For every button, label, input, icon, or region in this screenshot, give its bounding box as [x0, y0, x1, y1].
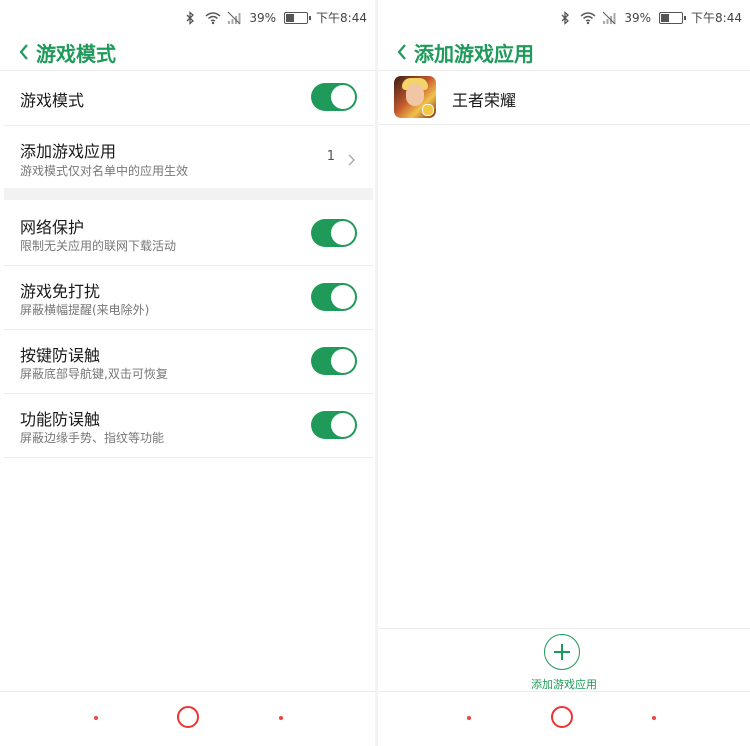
setting-label: 添加游戏应用 — [20, 142, 117, 161]
setting-label: 功能防误触 — [20, 410, 101, 429]
status-bar: 39% 下午8:44 — [378, 0, 750, 34]
add-game-app-button[interactable] — [544, 634, 580, 670]
bluetooth-icon — [558, 10, 572, 25]
section-divider — [4, 188, 373, 200]
battery-percent: 39% — [249, 10, 277, 25]
right-screen: 39% 下午8:44 添加游戏应用 王者荣耀 添加游戏应用 — [378, 0, 750, 746]
back-arrow-icon[interactable] — [18, 42, 30, 62]
clock: 下午8:44 — [316, 11, 367, 25]
setting-description: 屏蔽横幅提醒(来电除外) — [20, 303, 150, 317]
setting-label: 按键防误触 — [20, 346, 101, 365]
app-count: 1 — [326, 149, 335, 164]
back-key-icon[interactable] — [652, 716, 656, 720]
setting-row-key-lock[interactable]: 按键防误触 屏蔽底部导航键,双击可恢复 — [4, 330, 373, 394]
setting-label: 游戏免打扰 — [20, 282, 101, 301]
signal-icon — [227, 11, 241, 25]
gesture-lock-toggle[interactable] — [311, 411, 357, 439]
signal-icon — [602, 11, 616, 25]
battery-percent: 39% — [624, 10, 652, 25]
back-arrow-icon[interactable] — [396, 42, 408, 62]
setting-description: 限制无关应用的联网下载活动 — [20, 239, 177, 253]
setting-row-network-protection[interactable]: 网络保护 限制无关应用的联网下载活动 — [4, 202, 373, 266]
setting-label: 网络保护 — [20, 218, 85, 237]
header: 添加游戏应用 — [378, 34, 750, 71]
bluetooth-icon — [183, 10, 197, 25]
battery-icon — [659, 11, 687, 24]
status-bar: 39% 下午8:44 — [0, 0, 375, 34]
back-key-icon[interactable] — [279, 716, 283, 720]
nav-bar — [378, 691, 750, 746]
setting-row-add-game-apps[interactable]: 添加游戏应用 游戏模式仅对名单中的应用生效 1 — [4, 126, 373, 188]
page-title: 游戏模式 — [36, 42, 116, 66]
clock: 下午8:44 — [691, 11, 742, 25]
setting-description: 屏蔽边缘手势、指纹等功能 — [20, 431, 165, 445]
wifi-icon — [580, 11, 596, 25]
chevron-right-icon — [347, 151, 355, 166]
battery-icon — [284, 11, 312, 24]
home-button-icon[interactable] — [551, 706, 573, 728]
home-button-icon[interactable] — [177, 706, 199, 728]
menu-key-icon[interactable] — [94, 716, 98, 720]
setting-description: 屏蔽底部导航键,双击可恢复 — [20, 367, 168, 381]
page-title: 添加游戏应用 — [414, 42, 534, 66]
setting-row-game-mode[interactable]: 游戏模式 — [4, 71, 373, 126]
game-mode-toggle[interactable] — [311, 83, 357, 111]
setting-row-gesture-lock[interactable]: 功能防误触 屏蔽边缘手势、指纹等功能 — [4, 394, 373, 458]
header: 游戏模式 — [0, 34, 375, 71]
setting-description: 游戏模式仅对名单中的应用生效 — [20, 164, 189, 178]
wifi-icon — [205, 11, 221, 25]
setting-label: 游戏模式 — [20, 91, 85, 110]
do-not-disturb-toggle[interactable] — [311, 283, 357, 311]
left-screen: 39% 下午8:44 游戏模式 游戏模式 添加游戏应用 游戏模式仅对名单中的应用… — [0, 0, 375, 746]
app-name: 王者荣耀 — [452, 91, 517, 110]
menu-key-icon[interactable] — [467, 716, 471, 720]
add-game-app-label[interactable]: 添加游戏应用 — [378, 676, 750, 692]
key-lock-toggle[interactable] — [311, 347, 357, 375]
bottom-action-divider — [378, 628, 750, 629]
setting-row-do-not-disturb[interactable]: 游戏免打扰 屏蔽横幅提醒(来电除外) — [4, 266, 373, 330]
honor-of-kings-app-icon — [394, 76, 436, 118]
network-protection-toggle[interactable] — [311, 219, 357, 247]
nav-bar — [0, 691, 375, 746]
